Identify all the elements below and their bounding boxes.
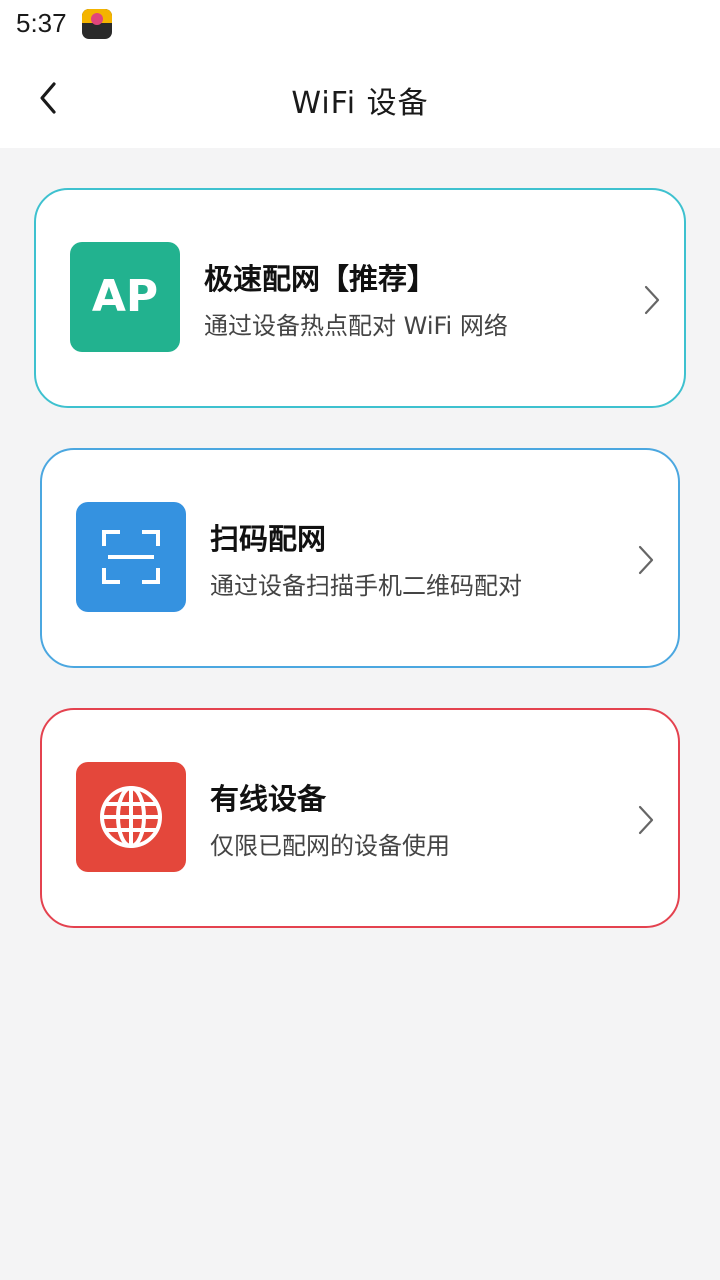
wired-device-card[interactable]: 有线设备 仅限已配网的设备使用 bbox=[40, 708, 680, 928]
globe-icon bbox=[76, 762, 186, 872]
notification-app-icon bbox=[82, 9, 112, 39]
scan-pairing-card[interactable]: 扫码配网 通过设备扫描手机二维码配对 bbox=[40, 448, 680, 668]
chevron-right-icon bbox=[638, 545, 654, 575]
card-title: 极速配网【推荐】 bbox=[204, 262, 437, 296]
card-subtitle: 通过设备热点配对 WiFi 网络 bbox=[204, 312, 508, 340]
page-title: WiFi 设备 bbox=[291, 86, 429, 121]
card-title: 有线设备 bbox=[210, 782, 327, 816]
chevron-right-icon bbox=[644, 285, 660, 315]
status-bar: 5:37 bbox=[0, 0, 720, 50]
status-time: 5:37 bbox=[16, 8, 67, 38]
ap-icon-label: AP bbox=[91, 271, 159, 322]
card-subtitle: 仅限已配网的设备使用 bbox=[210, 832, 450, 860]
card-subtitle: 通过设备扫描手机二维码配对 bbox=[210, 572, 522, 600]
chevron-right-icon bbox=[638, 805, 654, 835]
ap-icon: AP bbox=[70, 242, 180, 352]
scan-frame-icon bbox=[76, 502, 186, 612]
ap-pairing-card[interactable]: AP 极速配网【推荐】 通过设备热点配对 WiFi 网络 bbox=[34, 188, 686, 408]
header: WiFi 设备 bbox=[0, 50, 720, 148]
card-title: 扫码配网 bbox=[210, 522, 327, 556]
